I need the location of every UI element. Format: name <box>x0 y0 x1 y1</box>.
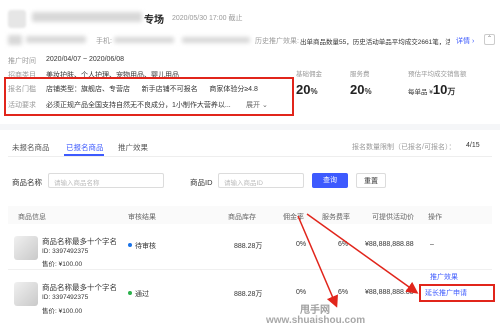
annotation-arrows <box>297 213 419 308</box>
arrow-to-extend <box>306 213 419 294</box>
arrow-to-commission <box>297 215 338 308</box>
watermark-url: www.shuaishou.com <box>266 315 366 326</box>
watermark-brand: 甩手网 <box>300 305 330 316</box>
